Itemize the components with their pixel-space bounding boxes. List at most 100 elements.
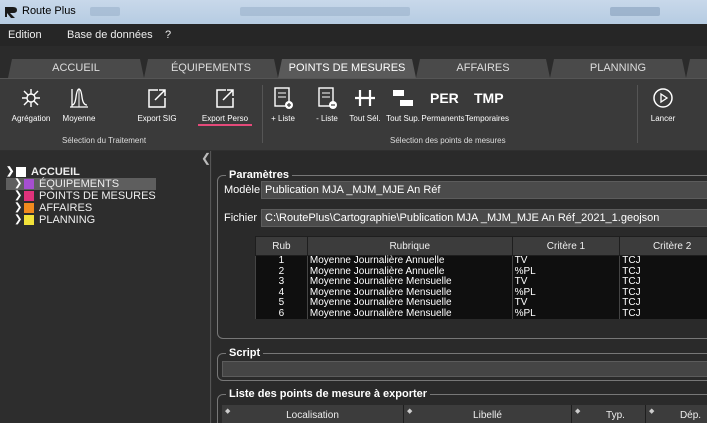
cell-critere-1: TV: [511, 255, 620, 267]
sort-icon: ◆: [649, 408, 655, 415]
tab-planning[interactable]: PLANNING: [550, 59, 686, 78]
column-header-rub[interactable]: Rub: [255, 236, 308, 256]
export-icon: [148, 89, 166, 108]
tree-item-affaires[interactable]: ❯ AFFAIRES: [6, 202, 156, 214]
home-square-icon: [16, 167, 26, 177]
cell-critere-2: TCJ: [619, 276, 707, 288]
tab-equipements[interactable]: ÉQUIPEMENTS: [144, 59, 278, 78]
aggregation-icon: [22, 89, 40, 107]
nav-tabs: ACCUEIL ÉQUIPEMENTS POINTS DE MESURES AF…: [0, 46, 707, 78]
menu-help[interactable]: ?: [165, 29, 171, 41]
cell-rub: 5: [255, 297, 308, 309]
tab-accueil[interactable]: ACCUEIL: [8, 59, 144, 78]
parameters-legend: Paramètres: [226, 169, 292, 181]
export-list-legend: Liste des points de mesure à exporter: [226, 388, 431, 400]
column-header-type[interactable]: ◆ Typ.: [572, 405, 646, 423]
tab-points-de-mesures[interactable]: POINTS DE MESURES: [278, 59, 416, 78]
column-header-libelle[interactable]: ◆ Libellé: [404, 405, 572, 423]
route-plus-logo-icon: [5, 7, 17, 18]
export-sig-label: Export SIG: [137, 114, 177, 123]
cell-critere-2: TCJ: [619, 255, 707, 267]
title-bar: Route Plus: [0, 0, 707, 24]
aggregation-label: Agrégation: [11, 114, 51, 123]
cell-rub: 3: [255, 276, 308, 288]
expand-icon[interactable]: ❯: [14, 178, 24, 190]
cell-critere-1: %PL: [511, 308, 620, 319]
group-label-points: Sélection des points de mesures: [390, 136, 506, 145]
export-sig-button[interactable]: Export SIG: [130, 85, 184, 123]
tree-item-equipements[interactable]: ❯ ÉQUIPEMENTS: [6, 178, 156, 190]
column-header-critere-1[interactable]: Critère 1: [511, 236, 621, 256]
file-path-field[interactable]: C:\RoutePlus\Cartographie\Publication MJ…: [261, 209, 707, 227]
navigation-tree: ❯ ACCUEIL ❯ ÉQUIPEMENTS ❯ POINTS DE MESU…: [6, 166, 156, 226]
expand-icon[interactable]: ❯: [14, 190, 24, 202]
column-header-rubrique[interactable]: Rubrique: [306, 236, 513, 256]
play-icon: [653, 88, 673, 108]
select-all-icon: [355, 90, 375, 106]
tree-item-planning[interactable]: ❯ PLANNING: [6, 214, 156, 226]
left-tree-panel: ❯ ACCUEIL ❯ ÉQUIPEMENTS ❯ POINTS DE MESU…: [0, 151, 211, 423]
temporaires-button[interactable]: TMP Temporaires: [460, 85, 514, 123]
sort-icon: ◆: [575, 408, 581, 415]
table-row[interactable]: 3 Moyenne Journalière Mensuelle TV TCJ: [255, 276, 707, 288]
list-remove-icon: [318, 87, 337, 109]
table-row[interactable]: 6 Moyenne Journalière Mensuelle %PL TCJ: [255, 308, 707, 319]
cell-rubrique: Moyenne Journalière Mensuelle: [306, 276, 513, 288]
expand-icon[interactable]: ❯: [6, 166, 16, 178]
parameters-group: Paramètres Modèle Publication MJA _MJM_M…: [217, 169, 707, 339]
file-label: Fichier: [224, 212, 258, 224]
rubrique-table: Rub Rubrique Critère 1 Critère 2 1 Moyenn…: [255, 236, 707, 319]
cell-critere-1: %PL: [511, 287, 620, 298]
cell-rubrique: Moyenne Journalière Mensuelle: [306, 297, 513, 309]
column-header-critere-2[interactable]: Critère 2: [619, 236, 707, 256]
cell-critere-1: %PL: [511, 266, 620, 277]
menu-database[interactable]: Base de données: [67, 29, 153, 41]
script-group: Script: [217, 347, 707, 381]
column-header-localisation[interactable]: ◆ Localisation: [222, 405, 404, 423]
sort-icon: ◆: [407, 408, 413, 415]
tree-item-points-de-mesures[interactable]: ❯ POINTS DE MESURES: [6, 190, 156, 202]
script-field[interactable]: [222, 361, 707, 377]
temporaires-label: Temporaires: [464, 114, 509, 123]
column-header-departement[interactable]: ◆ Dép.: [646, 405, 707, 423]
menu-bar: Edition Base de données ?: [0, 24, 707, 46]
planning-square-icon: [24, 215, 34, 225]
launch-label: Lancer: [650, 114, 676, 123]
average-label: Moyenne: [62, 114, 96, 123]
affaires-square-icon: [24, 203, 34, 213]
collapse-panel-icon[interactable]: ❮: [201, 151, 211, 165]
model-field[interactable]: Publication MJA _MJM_MJE An Réf: [261, 181, 707, 199]
cell-critere-1: TV: [511, 276, 620, 288]
cell-rub: 1: [255, 255, 308, 267]
export-perso-label: Export Perso: [198, 114, 252, 126]
tree-root-accueil[interactable]: ❯ ACCUEIL: [6, 166, 156, 178]
equipements-square-icon: [24, 179, 34, 189]
cell-critere-2: TCJ: [619, 308, 707, 319]
cell-rubrique: Moyenne Journalière Annuelle: [306, 255, 513, 267]
tab-affaires[interactable]: AFFAIRES: [416, 59, 550, 78]
model-label: Modèle: [224, 184, 261, 196]
group-label-treatment: Sélection du Traitement: [62, 136, 147, 145]
export-list-header: ◆ Localisation ◆ Libellé ◆ Typ. ◆ Dép.: [222, 405, 707, 423]
export-list-group: Liste des points de mesure à exporter ◆ L…: [217, 388, 707, 423]
delete-all-icon: [393, 90, 413, 106]
points-square-icon: [24, 191, 34, 201]
expand-icon[interactable]: ❯: [14, 202, 24, 214]
launch-button[interactable]: Lancer: [636, 85, 690, 123]
aggregation-button[interactable]: Agrégation: [4, 85, 58, 123]
ribbon-toolbar: Agrégation Moyenne Export SIG Export Per…: [0, 78, 707, 150]
export-perso-button[interactable]: Export Perso: [198, 85, 252, 126]
cell-rubrique: Moyenne Journalière Mensuelle: [306, 308, 513, 319]
average-button[interactable]: Moyenne: [52, 85, 106, 123]
sort-icon: ◆: [225, 408, 231, 415]
script-legend: Script: [226, 347, 264, 359]
permanents-icon: PER: [430, 90, 459, 106]
tab-overflow[interactable]: [686, 59, 707, 78]
window-title: Route Plus: [22, 5, 76, 17]
average-icon: [70, 88, 88, 108]
table-row[interactable]: 1 Moyenne Journalière Annuelle TV TCJ: [255, 255, 707, 267]
table-row[interactable]: 5 Moyenne Journalière Mensuelle TV TCJ: [255, 297, 707, 309]
expand-icon[interactable]: ❯: [14, 214, 24, 226]
menu-edition[interactable]: Edition: [8, 29, 42, 41]
temporaires-icon: TMP: [474, 90, 504, 106]
